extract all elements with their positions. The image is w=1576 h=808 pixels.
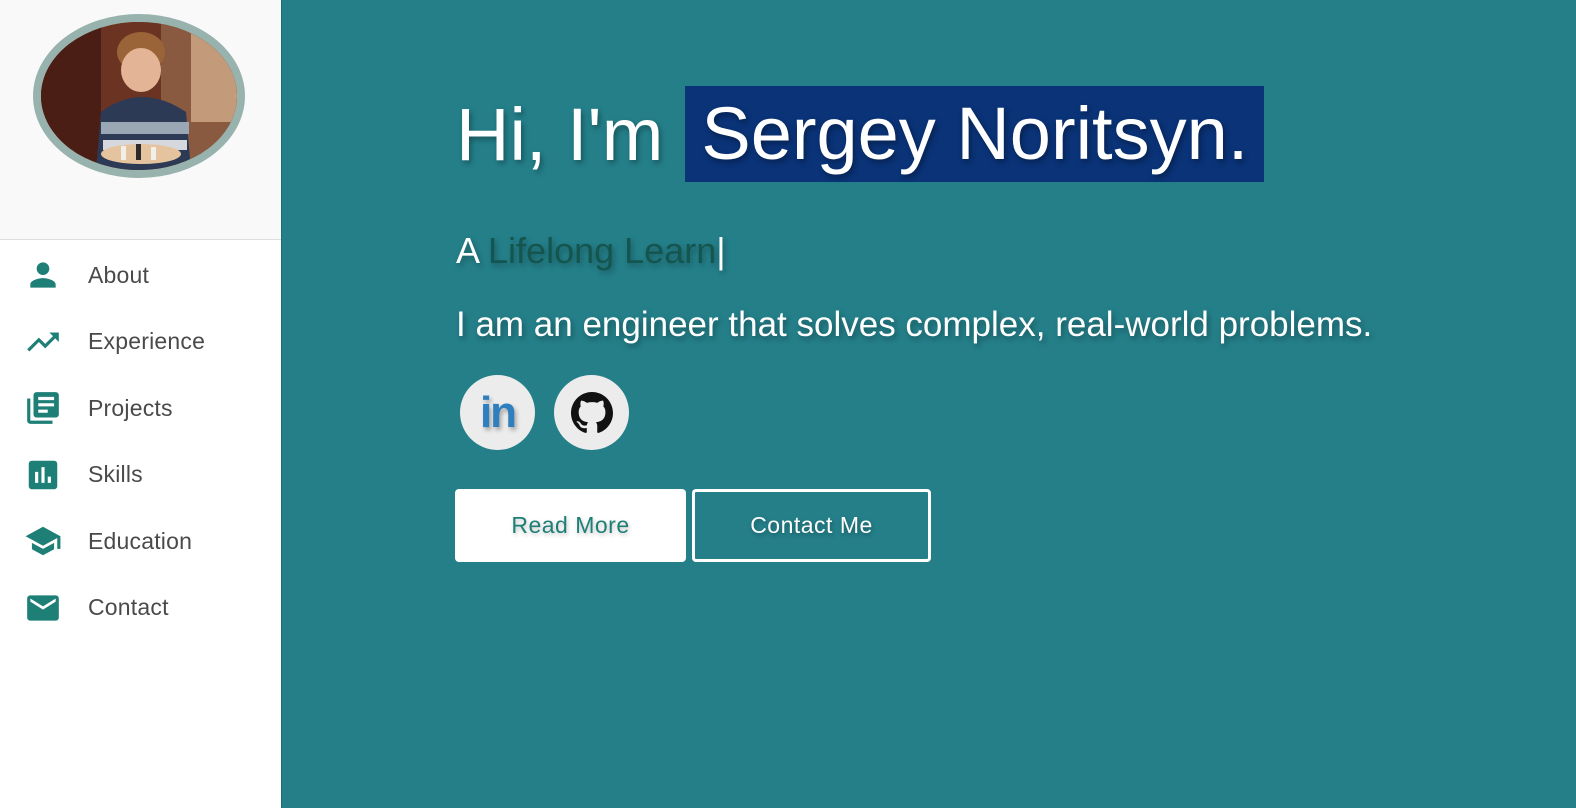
tagline-prefix: A xyxy=(456,230,489,271)
avatar-photo xyxy=(41,22,237,170)
tagline: A Lifelong Learn| xyxy=(456,230,726,272)
sidebar-item-about[interactable]: About xyxy=(0,242,281,309)
avatar xyxy=(33,14,245,178)
greeting: Hi, I'm xyxy=(456,92,664,176)
tagline-typed-text: Lifelong Learn xyxy=(488,230,717,271)
sidebar-item-education[interactable]: Education xyxy=(0,508,281,575)
mail-icon xyxy=(23,588,63,628)
intro-text: I am an engineer that solves complex, re… xyxy=(456,305,1373,344)
sidebar-header xyxy=(0,0,281,240)
sidebar-nav: About Experience Projects Skills Educati… xyxy=(0,240,281,641)
linkedin-link[interactable]: in xyxy=(460,375,535,450)
typing-cursor: | xyxy=(716,230,726,271)
sidebar: About Experience Projects Skills Educati… xyxy=(0,0,282,808)
graduation-cap-icon xyxy=(23,521,63,561)
sidebar-item-projects[interactable]: Projects xyxy=(0,375,281,442)
trending-up-icon xyxy=(23,322,63,362)
person-icon xyxy=(23,255,63,295)
read-more-button[interactable]: Read More xyxy=(455,489,686,562)
linkedin-icon: in xyxy=(479,387,517,437)
sidebar-item-label: Skills xyxy=(88,461,143,488)
name-highlight: Sergey Noritsyn. xyxy=(685,86,1265,182)
sidebar-item-skills[interactable]: Skills xyxy=(0,442,281,509)
github-icon xyxy=(570,391,613,433)
sidebar-item-contact[interactable]: Contact xyxy=(0,575,281,642)
hero-section: Hi, I'm Sergey Noritsyn. A Lifelong Lear… xyxy=(283,0,1576,808)
sidebar-item-label: Contact xyxy=(88,594,169,621)
sidebar-item-label: Projects xyxy=(88,394,173,421)
bar-chart-icon xyxy=(23,455,63,495)
sidebar-item-label: About xyxy=(88,261,150,288)
github-link[interactable] xyxy=(554,375,629,450)
hero-title: Hi, I'm Sergey Noritsyn. xyxy=(456,86,1265,182)
contact-me-button[interactable]: Contact Me xyxy=(692,489,931,562)
library-books-icon xyxy=(23,388,63,428)
sidebar-item-experience[interactable]: Experience xyxy=(0,309,281,376)
sidebar-item-label: Experience xyxy=(88,328,206,355)
sidebar-item-label: Education xyxy=(88,527,193,554)
